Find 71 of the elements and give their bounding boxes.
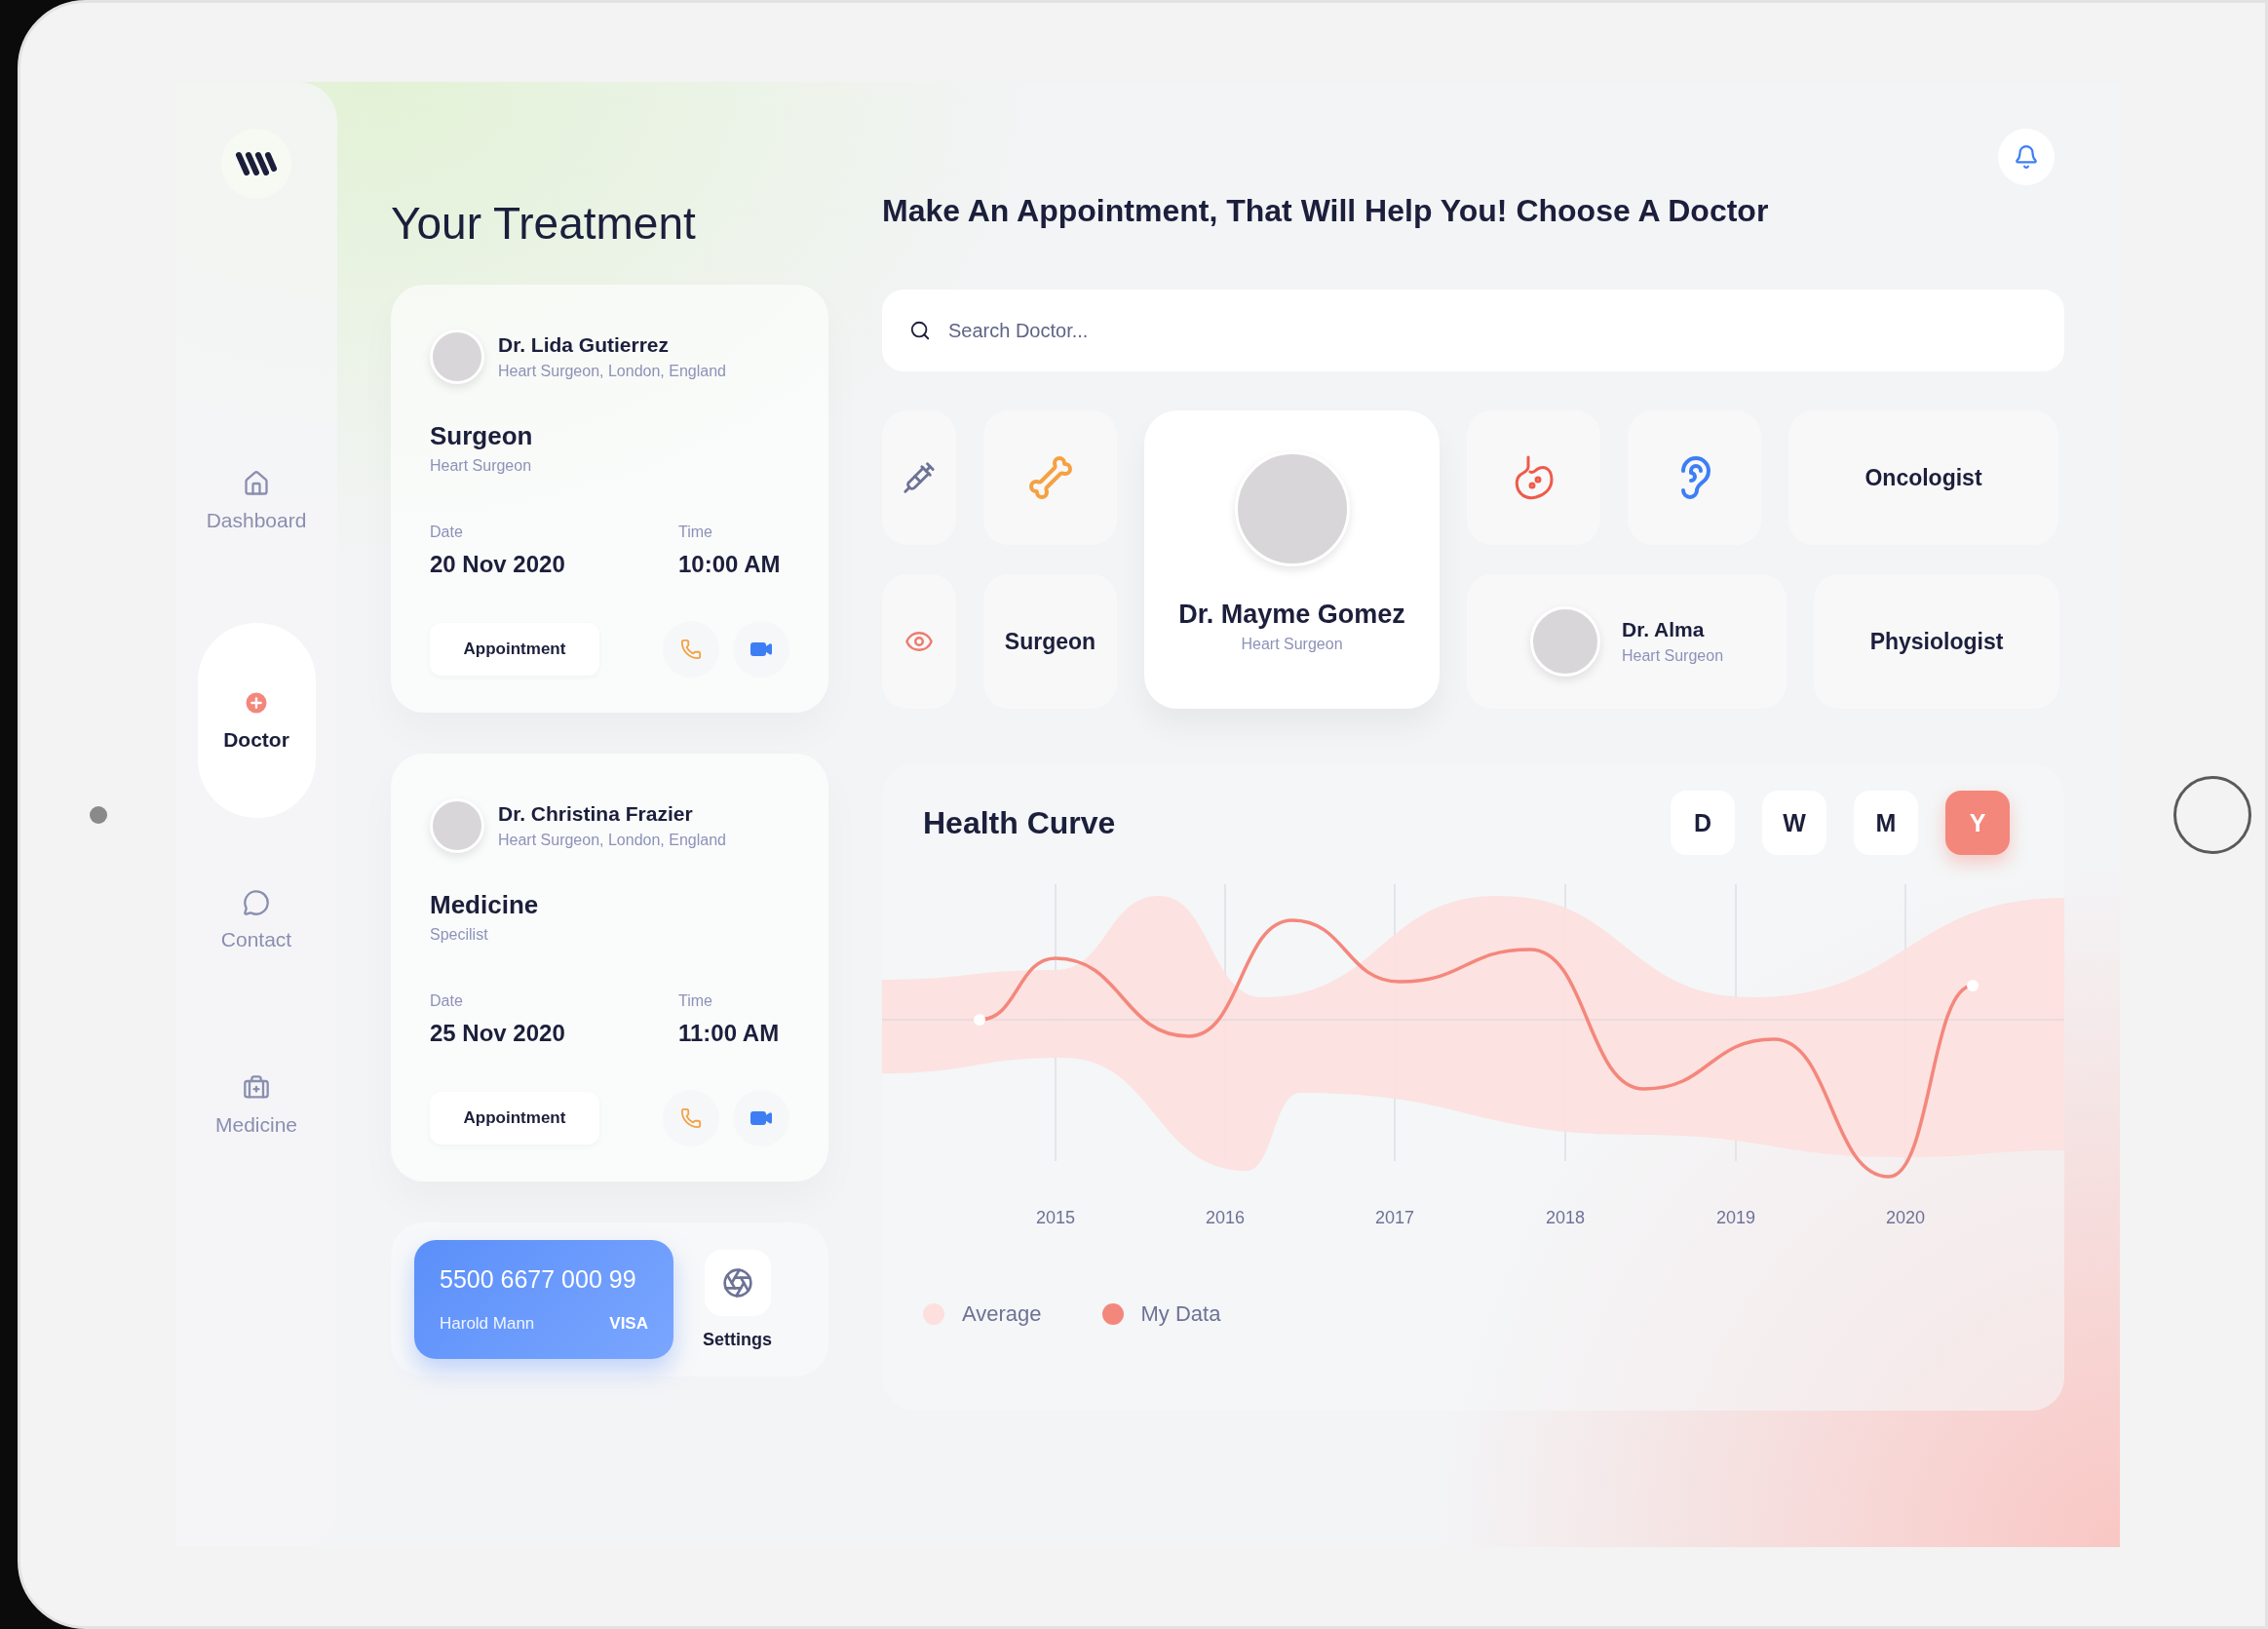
treatment-title: Medicine <box>430 890 540 920</box>
specialty-tile[interactable] <box>1628 410 1761 545</box>
phone-icon <box>680 639 702 660</box>
treatment-subtitle: Specilist <box>430 926 489 944</box>
medical-kit-icon <box>243 1074 270 1102</box>
legend-label: Average <box>962 1301 1042 1327</box>
time-value: 11:00 AM <box>678 1020 781 1047</box>
logo-icon <box>235 151 278 176</box>
featured-doctor-card[interactable]: Dr. Mayme Gomez Heart Surgeon <box>1144 410 1440 709</box>
doctor-name: Dr. Christina Frazier <box>498 802 694 826</box>
syringe-icon <box>903 461 936 494</box>
doctor-name: Dr. Mayme Gomez <box>1178 600 1405 630</box>
avatar <box>430 798 484 853</box>
axis-label: 2015 <box>1036 1208 1075 1227</box>
date-value: 25 Nov 2020 <box>430 1020 566 1047</box>
data-point <box>1967 980 1979 991</box>
time-value: 10:00 AM <box>678 551 782 578</box>
time-label: Time <box>678 524 713 541</box>
treatment-title: Surgeon <box>430 421 534 451</box>
home-button[interactable] <box>2173 775 2251 854</box>
date-label: Date <box>430 524 464 541</box>
axis-label: 2016 <box>1206 1208 1245 1227</box>
axis-label: 2018 <box>1546 1208 1585 1227</box>
data-point <box>974 1014 985 1026</box>
legend-label: My Data <box>1140 1301 1221 1327</box>
card-brand: VISA <box>609 1314 648 1334</box>
doctor-specialty: Heart Surgeon <box>1621 647 1724 665</box>
date-label: Date <box>430 992 464 1010</box>
appointment-button[interactable]: Appointment <box>430 623 599 676</box>
doctor-name: Dr. Alma <box>1621 618 1706 641</box>
appointment-button[interactable]: Appointment <box>430 1092 599 1144</box>
bell-icon <box>2014 144 2039 170</box>
specialty-tile[interactable]: Physiologist <box>1814 574 2059 709</box>
specialty-tile[interactable]: Oncologist <box>1788 410 2058 545</box>
axis-label: 2019 <box>1716 1208 1755 1227</box>
time-label: Time <box>678 992 713 1010</box>
doctor-specialty: Heart Surgeon <box>1241 636 1343 653</box>
camera-dot <box>89 805 107 824</box>
chart-title: Health Curve <box>923 804 1116 841</box>
period-tab[interactable]: D <box>1671 791 1735 855</box>
plus-circle-icon <box>243 689 270 717</box>
doctor-info: Heart Surgeon, London, England <box>498 363 726 380</box>
period-tab[interactable]: M <box>1854 791 1918 855</box>
settings-button[interactable] <box>704 1249 771 1316</box>
card-holder: Harold Mann <box>440 1314 535 1334</box>
home-icon <box>243 470 270 497</box>
specialty-tile[interactable] <box>983 410 1117 545</box>
search-icon <box>909 320 931 341</box>
card-number: 5500 6677 000 99 <box>440 1265 637 1294</box>
bone-icon <box>1026 454 1074 501</box>
date-value: 20 Nov 2020 <box>430 551 566 578</box>
specialty-tile[interactable] <box>882 410 956 545</box>
doctor-name: Dr. Lida Gutierrez <box>498 333 671 357</box>
period-tab[interactable]: W <box>1762 791 1826 855</box>
specialty-tile[interactable] <box>1467 410 1600 545</box>
axis-label: 2017 <box>1375 1208 1414 1227</box>
doctor-tile[interactable]: Dr. Alma Heart Surgeon <box>1467 574 1787 709</box>
doctor-info: Heart Surgeon, London, England <box>498 832 726 849</box>
avatar <box>430 330 484 384</box>
search-field[interactable]: Search Doctor... <box>882 290 2064 371</box>
nav-item[interactable]: Doctor <box>197 623 316 818</box>
treatment-subtitle: Heart Surgeon <box>430 457 533 475</box>
settings-label: Settings <box>703 1329 772 1350</box>
specialty-tile[interactable] <box>882 574 956 709</box>
phone-icon <box>680 1107 702 1129</box>
settings-icon <box>721 1266 753 1299</box>
axis-label: 2020 <box>1886 1208 1925 1227</box>
section-title: Your Treatment <box>391 197 697 250</box>
section-title: Make An Appointment, That Will Help You! Choose A Doctor <box>882 193 1770 229</box>
specialty-tile[interactable]: Surgeon <box>983 574 1117 709</box>
chat-icon <box>243 889 270 916</box>
